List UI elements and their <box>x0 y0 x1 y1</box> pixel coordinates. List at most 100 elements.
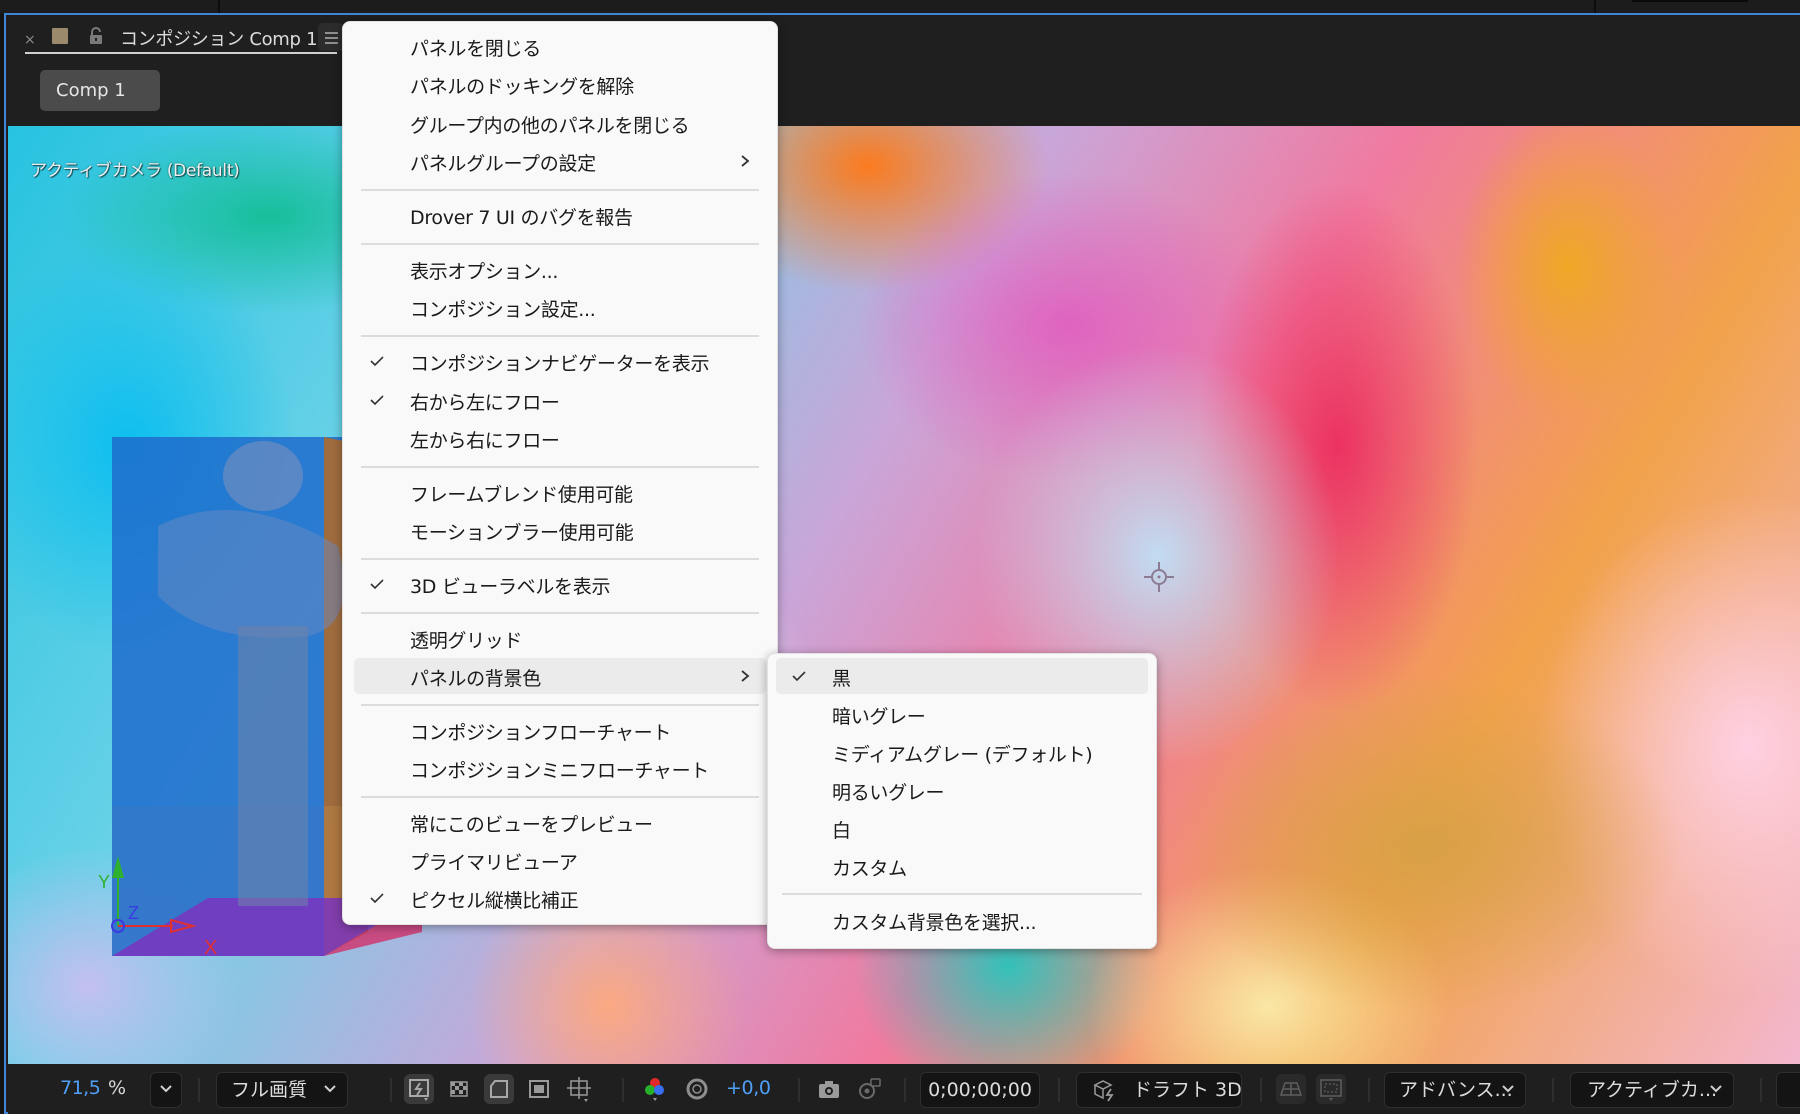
menu-item[interactable]: プライマリビューア <box>354 842 766 878</box>
menu-item-label: コンポジション設定... <box>410 299 596 321</box>
menu-separator <box>361 796 759 798</box>
active-tab-indicator <box>25 52 337 54</box>
camera-icon <box>819 1081 839 1098</box>
draft-3d-toggle[interactable]: ドラフト 3D <box>1076 1072 1242 1108</box>
cube-lightning-icon <box>1093 1080 1114 1102</box>
close-tab-icon[interactable]: × <box>24 33 36 47</box>
menu-item[interactable]: 右から左にフロー <box>354 382 766 418</box>
more-options-dropdown[interactable] <box>1776 1072 1800 1108</box>
label-color-swatch[interactable] <box>52 28 68 44</box>
submenu-item[interactable]: 明るいグレー <box>776 772 1148 808</box>
toolbar-separator <box>1058 1078 1060 1102</box>
menu-item[interactable]: モーションブラー使用可能 <box>354 512 766 548</box>
menu-item-label: コンポジションフローチャート <box>410 722 672 744</box>
submenu-item[interactable]: 黒 <box>776 658 1148 694</box>
extended-viewer-button[interactable] <box>1316 1074 1346 1104</box>
timecode-value: 0;00;00;00 <box>928 1079 1032 1101</box>
menu-item-label: ピクセル縦横比補正 <box>410 890 579 912</box>
menu-item[interactable]: パネルを閉じる <box>354 28 766 64</box>
menu-item[interactable]: コンポジションミニフローチャート <box>354 750 766 786</box>
submenu-item[interactable]: 暗いグレー <box>776 696 1148 732</box>
menu-item[interactable]: フレームブレンド使用可能 <box>354 474 766 510</box>
magnification-value[interactable]: 71,5 <box>60 1077 101 1099</box>
menu-separator <box>361 558 759 560</box>
fast-preview-button[interactable] <box>404 1074 434 1104</box>
transparency-grid-button[interactable] <box>444 1074 474 1104</box>
checkmark-icon <box>370 356 384 367</box>
menu-item[interactable]: 3D ビューラベルを表示 <box>354 566 766 602</box>
chevron-down-icon <box>324 1085 336 1093</box>
view-layout-value: アドバンス... <box>1399 1079 1513 1101</box>
submenu-item[interactable]: ミディアムグレー (デフォルト) <box>776 734 1148 770</box>
region-of-interest-button[interactable] <box>524 1074 554 1104</box>
comp-navigator-tab[interactable]: Comp 1 <box>40 70 160 111</box>
hamburger-icon <box>325 37 338 39</box>
menu-separator <box>361 466 759 468</box>
reset-exposure-button[interactable] <box>682 1074 712 1104</box>
resolution-dropdown[interactable]: フル画質 <box>216 1072 348 1108</box>
menu-item[interactable]: Drover 7 UI のバグを報告 <box>354 197 766 233</box>
toolbar-separator <box>904 1078 906 1102</box>
x-axis-label: X <box>204 937 217 959</box>
panel-background-submenu: 黒暗いグレー ミディアムグレー (デフォルト) 明るいグレー白カスタムカスタム背景色… <box>767 653 1157 949</box>
menu-item[interactable]: コンポジションナビゲーターを表示 <box>354 343 766 379</box>
unlock-icon[interactable] <box>88 27 104 45</box>
show-snapshot-button[interactable] <box>854 1074 884 1104</box>
menu-item-label: パネルを閉じる <box>410 38 541 60</box>
menu-item[interactable]: コンポジション設定... <box>354 289 766 325</box>
toolbar-separator <box>390 1078 392 1102</box>
menu-item-label: 右から左にフロー <box>410 392 560 414</box>
toolbar-separator <box>198 1078 200 1102</box>
menu-item[interactable]: コンポジションフローチャート <box>354 712 766 748</box>
current-time-display[interactable]: 0;00;00;00 <box>920 1072 1040 1108</box>
hamburger-icon <box>325 32 338 34</box>
camera-view-dropdown[interactable]: アクティブカ... <box>1570 1072 1734 1108</box>
z-axis-label: Z <box>128 903 139 923</box>
channels-button[interactable] <box>640 1074 670 1104</box>
toolbar-separator <box>798 1078 800 1102</box>
chevron-down-icon <box>1710 1085 1722 1093</box>
ground-plane-button[interactable] <box>1276 1074 1306 1104</box>
hamburger-icon <box>325 42 338 44</box>
menu-item[interactable]: ピクセル縦横比補正 <box>354 880 766 916</box>
take-snapshot-button[interactable] <box>814 1074 844 1104</box>
menu-item[interactable]: パネルグループの設定 <box>354 143 766 179</box>
panel-edge <box>1632 0 1748 2</box>
magnification-dropdown[interactable] <box>150 1072 182 1108</box>
anchor-point-crosshair-icon[interactable] <box>1142 560 1176 594</box>
magnification-unit: % <box>108 1077 127 1099</box>
toolbar-separator <box>1260 1078 1262 1102</box>
panel-divider[interactable] <box>218 0 220 13</box>
menu-item[interactable]: パネルの背景色 <box>354 658 766 694</box>
checkmark-icon <box>792 671 806 682</box>
menu-item-label: モーションブラー使用可能 <box>410 522 634 544</box>
menu-item-label: 表示オプション... <box>410 261 559 283</box>
submenu-item[interactable]: カスタム背景色を選択... <box>776 902 1148 938</box>
panel-menu-button[interactable] <box>318 23 344 51</box>
panel-divider[interactable] <box>1594 0 1596 13</box>
submenu-item[interactable]: カスタム <box>776 848 1148 884</box>
submenu-item-label: 白 <box>832 820 851 842</box>
view-layout-dropdown[interactable]: アドバンス... <box>1384 1072 1526 1108</box>
menu-item[interactable]: グループ内の他のパネルを閉じる <box>354 105 766 141</box>
mask-path-button[interactable] <box>484 1074 514 1104</box>
resolution-value: フル画質 <box>231 1079 308 1101</box>
menu-item[interactable]: 表示オプション... <box>354 251 766 287</box>
checkmark-icon <box>370 395 384 406</box>
menu-item[interactable]: パネルのドッキングを解除 <box>354 66 766 102</box>
menu-item-label: 常にこのビューをプレビュー <box>410 814 653 836</box>
menu-separator <box>361 243 759 245</box>
menu-item[interactable]: 左から右にフロー <box>354 420 766 456</box>
aperture-icon <box>686 1078 708 1100</box>
submenu-item[interactable]: 白 <box>776 810 1148 846</box>
submenu-item-label: 明るいグレー <box>832 782 945 804</box>
composition-tab-title[interactable]: コンポジション Comp 1 <box>120 25 318 51</box>
guides-button[interactable] <box>564 1074 594 1104</box>
top-panel-strip <box>0 0 1800 13</box>
menu-item[interactable]: 透明グリッド <box>354 620 766 656</box>
fast-preview-icon <box>409 1079 429 1101</box>
menu-item[interactable]: 常にこのビューをプレビュー <box>354 804 766 840</box>
exposure-value[interactable]: +0,0 <box>726 1077 771 1099</box>
show-snapshot-icon <box>859 1078 881 1099</box>
toolbar-separator <box>1760 1078 1762 1102</box>
